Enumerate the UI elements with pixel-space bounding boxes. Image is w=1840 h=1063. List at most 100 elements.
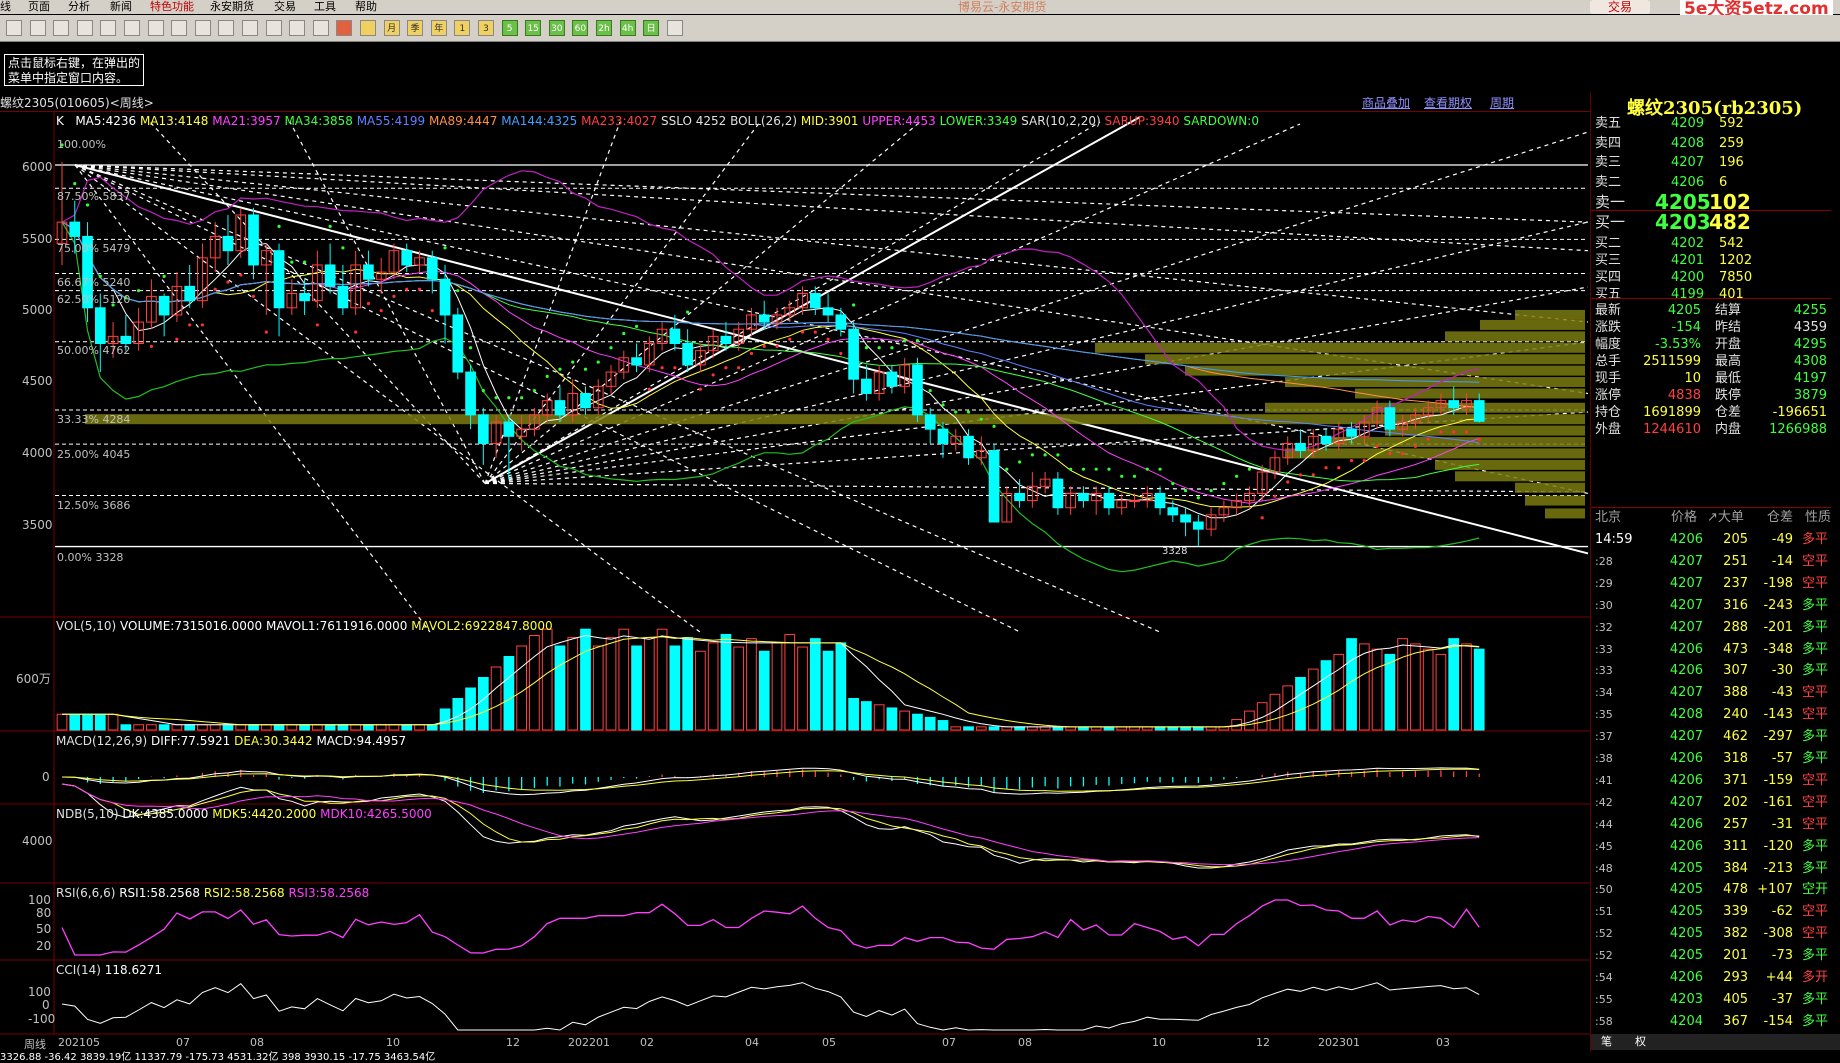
volume-bar <box>1384 653 1396 731</box>
candle-body <box>886 371 898 387</box>
tab-rights[interactable]: 权 <box>1635 1034 1646 1050</box>
calendar-icon[interactable] <box>666 20 683 36</box>
tick-oi-change: -213 <box>1763 860 1793 876</box>
volume-bar <box>695 650 706 731</box>
fan-line <box>74 164 1161 633</box>
tick-time: :29 <box>1595 576 1613 590</box>
menu-item-news[interactable]: 新闻 <box>110 0 132 14</box>
tick-volume: 311 <box>1723 838 1748 854</box>
period-button-5[interactable]: 5 <box>501 20 518 36</box>
ask-label: 卖三 <box>1595 155 1622 170</box>
volume-bar <box>94 713 106 731</box>
tick-oi-change: -57 <box>1771 751 1793 766</box>
funnel-icon[interactable] <box>242 20 258 36</box>
kline-icon[interactable] <box>360 20 376 36</box>
home-icon[interactable] <box>6 20 22 36</box>
ask-row[interactable]: 卖五 4209 592 <box>1591 114 1831 134</box>
period-link[interactable]: 周期 <box>1490 96 1514 111</box>
trade-button[interactable]: 交易 <box>1590 0 1650 14</box>
period-button-2h[interactable]: 2h <box>596 20 612 36</box>
rsi-indicator-row: RSI(6,6,6) RSI1:58.2568 RSI2:58.2568 RSI… <box>56 886 369 900</box>
volume-bar <box>809 638 821 731</box>
cci-value: 118.6271 <box>104 963 163 977</box>
period-button-日[interactable]: 日 <box>643 20 660 36</box>
tick-icon[interactable] <box>336 20 353 36</box>
ask-row[interactable]: 卖一 4205 102 <box>1591 192 1831 212</box>
main-indicator-row: K MA5:4236 MA13:4148 MA21:3957 MA34:3858… <box>56 114 1259 128</box>
candle-body <box>324 264 336 287</box>
tick-oi-change: +44 <box>1765 970 1793 985</box>
sar-dot <box>494 396 498 400</box>
tick-row: :35 4208 240 -143 空平 <box>1591 704 1831 726</box>
period-button-季[interactable]: 季 <box>407 20 424 36</box>
chart-icon[interactable] <box>312 20 329 36</box>
volume-bar <box>56 713 68 731</box>
sar-dot <box>1273 494 1277 498</box>
menu-item-yongan[interactable]: 永安期货 <box>210 0 254 14</box>
ask-row[interactable]: 卖三 4207 196 <box>1591 153 1831 173</box>
menu-item-line[interactable]: 线 <box>0 0 11 14</box>
cci-label: CCI(14) <box>56 963 101 977</box>
pen-icon[interactable] <box>171 20 188 36</box>
options-link[interactable]: 查看期权 <box>1424 96 1472 111</box>
x-axis-tick: 04 <box>745 1036 759 1049</box>
ask-row[interactable]: 卖四 4208 259 <box>1591 134 1831 154</box>
volume-bar <box>669 645 681 731</box>
bid-row[interactable]: 买一 4203 482 <box>1591 212 1831 232</box>
tick-oi-change: -348 <box>1763 641 1793 657</box>
tick-header-vol: ↗大单 <box>1707 510 1744 525</box>
tick-price: 4206 <box>1669 641 1703 657</box>
rsi3-value: RSI3:58.2568 <box>288 886 370 900</box>
pin-icon[interactable] <box>265 20 282 36</box>
period-button-15[interactable]: 15 <box>525 20 542 36</box>
period-button-月[interactable]: 月 <box>383 20 400 36</box>
search-icon[interactable] <box>100 20 117 36</box>
tick-oi-change: -297 <box>1763 729 1793 745</box>
sar-dot <box>1286 480 1290 484</box>
ticks-divider <box>1591 507 1831 508</box>
period-button-3[interactable]: 3 <box>478 20 494 36</box>
period-button-30[interactable]: 30 <box>548 20 565 36</box>
sar-dot <box>1247 467 1252 471</box>
table-icon[interactable] <box>289 20 306 36</box>
tick-time: :37 <box>1595 730 1613 744</box>
tick-price: 4206 <box>1669 838 1703 854</box>
period-button-60[interactable]: 60 <box>572 20 589 36</box>
period-button-1[interactable]: 1 <box>454 20 471 36</box>
stat-label: 外盘 <box>1595 422 1622 437</box>
stat-row: 外盘 1244610 内盘 1266988 <box>1591 420 1831 440</box>
menu-item-analysis[interactable]: 分析 <box>68 0 90 14</box>
tab-trades[interactable]: 笔 <box>1601 1034 1612 1050</box>
stats-divider <box>1591 298 1831 299</box>
zoom-in-icon[interactable] <box>124 20 140 36</box>
menu-item-page[interactable]: 页面 <box>28 0 50 14</box>
eraser-icon[interactable] <box>194 20 211 36</box>
period-button-年[interactable]: 年 <box>430 20 447 36</box>
menu-item-features[interactable]: 特色功能 <box>150 0 194 14</box>
rsi-axis-tick: 80 <box>36 906 52 920</box>
paint-icon[interactable] <box>218 20 235 36</box>
sar-dot <box>73 181 77 186</box>
volume-bar <box>733 646 745 731</box>
overlay-link[interactable]: 商品叠加 <box>1362 96 1410 111</box>
volume-bar <box>222 724 234 731</box>
mdk5-value: MDK5:4420.2000 <box>212 807 317 821</box>
volume-bar <box>158 724 170 731</box>
refresh-icon[interactable] <box>76 20 93 36</box>
tick-nature: 空平 <box>1802 904 1829 920</box>
ask-label: 卖二 <box>1595 174 1622 190</box>
k-label: K <box>56 114 64 128</box>
menu-item-tools[interactable]: 工具 <box>314 0 336 14</box>
tick-nature: 多平 <box>1802 751 1829 766</box>
volume-bar <box>541 628 553 731</box>
period-button-4h[interactable]: 4h <box>619 20 636 36</box>
back-icon[interactable] <box>29 20 46 36</box>
candle-body <box>1473 400 1485 422</box>
menu-item-trade[interactable]: 交易 <box>274 0 296 14</box>
zoom-out-icon[interactable] <box>147 20 164 36</box>
volume-bar <box>350 724 362 731</box>
menu-item-help[interactable]: 帮助 <box>355 0 377 14</box>
forward-icon[interactable] <box>53 20 70 36</box>
price-chart[interactable] <box>0 112 1590 1052</box>
tick-oi-change: -201 <box>1763 619 1793 635</box>
